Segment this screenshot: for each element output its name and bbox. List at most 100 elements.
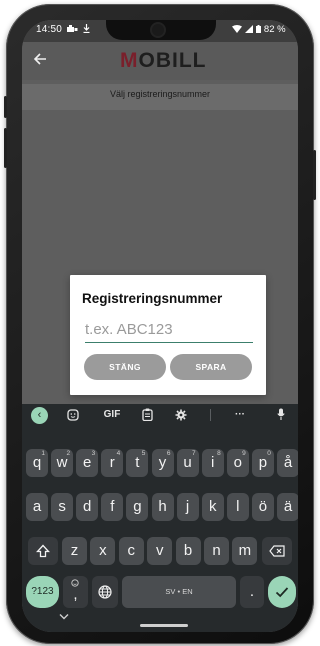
sticker-icon[interactable] — [64, 406, 82, 424]
key-hint: 1 — [41, 450, 45, 457]
key-label: b — [183, 542, 193, 559]
key-u[interactable]: u7 — [176, 449, 199, 477]
key-l[interactable]: l — [226, 493, 249, 521]
arrow-back-icon[interactable] — [30, 49, 50, 69]
key-label: u — [183, 454, 192, 471]
key-hint: 7 — [191, 450, 196, 457]
key-m[interactable]: m — [232, 537, 258, 565]
key-label: n — [212, 542, 221, 559]
key-label: m — [238, 542, 252, 559]
registration-number-input[interactable] — [85, 318, 253, 343]
key-v[interactable]: v — [147, 537, 173, 565]
key-å[interactable]: å — [277, 449, 298, 477]
key-label: a — [32, 498, 42, 515]
phone-side-button — [4, 128, 7, 168]
key-hint: 0 — [267, 450, 271, 457]
enter-key[interactable] — [268, 576, 296, 608]
key-r[interactable]: r4 — [101, 449, 124, 477]
key-label: f — [110, 498, 115, 515]
signal-icon — [244, 25, 253, 33]
emoji-icon — [71, 579, 79, 587]
key-e[interactable]: e3 — [76, 449, 99, 477]
key-a[interactable]: a — [26, 493, 48, 521]
key-label: q — [32, 454, 42, 471]
key-label: y — [158, 454, 167, 471]
save-button[interactable]: SPARA — [170, 354, 252, 380]
key-label: k — [208, 498, 217, 515]
key-ö[interactable]: ö — [251, 493, 274, 521]
key-n[interactable]: n — [204, 537, 229, 565]
home-handle[interactable] — [140, 624, 188, 627]
phone-side-button — [4, 96, 7, 118]
key-q[interactable]: q1 — [26, 449, 48, 477]
key-label: r — [109, 454, 115, 471]
space-key[interactable]: SV • EN — [122, 576, 236, 608]
key-hint: 6 — [166, 450, 171, 457]
key-z[interactable]: z — [62, 537, 87, 565]
key-label: g — [133, 498, 142, 515]
registration-dialog: Registreringsnummer STÄNG SPARA — [70, 275, 266, 395]
key-k[interactable]: k — [201, 493, 224, 521]
key-hint: 8 — [217, 450, 221, 457]
key-label: t — [135, 454, 140, 471]
key-g[interactable]: g — [126, 493, 149, 521]
key-j[interactable]: j — [176, 493, 199, 521]
logo-rest: OBILL — [138, 49, 207, 72]
key-label: x — [99, 542, 107, 559]
logo-first-letter: M — [120, 49, 139, 72]
period-key[interactable]: . — [240, 576, 264, 608]
key-i[interactable]: i8 — [201, 449, 224, 477]
key-h[interactable]: h — [151, 493, 174, 521]
key-p[interactable]: p0 — [251, 449, 274, 477]
key-label: ö — [258, 498, 268, 515]
key-label: d — [83, 498, 92, 515]
mic-icon[interactable] — [274, 406, 288, 424]
key-hint: 2 — [66, 450, 71, 457]
key-hint: 3 — [91, 450, 96, 457]
key-hint: 5 — [141, 450, 146, 457]
comma-label: , — [73, 586, 78, 603]
phone-screen: 14:50 82 % MOBILL Välj registreringsnumm… — [22, 20, 298, 632]
keyboard-toolbar: ‹ GIF ··· — [22, 404, 298, 426]
notification-icon — [67, 25, 78, 32]
key-s[interactable]: s — [51, 493, 74, 521]
camera-icon — [152, 24, 164, 36]
key-ä[interactable]: ä — [277, 493, 298, 521]
key-label: c — [127, 542, 136, 559]
shift-key[interactable] — [28, 537, 58, 565]
chevron-down-icon[interactable] — [59, 612, 69, 623]
key-o[interactable]: o9 — [226, 449, 249, 477]
chevron-left-icon[interactable]: ‹ — [31, 407, 48, 424]
clipboard-icon[interactable] — [138, 406, 156, 424]
key-label: e — [83, 454, 92, 471]
key-w[interactable]: w2 — [51, 449, 74, 477]
globe-icon — [98, 585, 112, 599]
backspace-key[interactable] — [262, 537, 292, 565]
key-label: l — [236, 498, 240, 515]
key-c[interactable]: c — [118, 537, 144, 565]
battery-percent: 82 % — [263, 24, 286, 35]
download-icon — [83, 24, 90, 34]
key-t[interactable]: t5 — [126, 449, 149, 477]
gear-icon[interactable] — [172, 406, 190, 424]
app-logo: MOBILL — [120, 49, 207, 73]
toolbar-divider — [210, 409, 211, 421]
key-f[interactable]: f — [101, 493, 124, 521]
key-b[interactable]: b — [175, 537, 201, 565]
key-label: o — [233, 454, 242, 471]
key-label: h — [158, 498, 167, 515]
key-d[interactable]: d — [76, 493, 99, 521]
key-label: z — [70, 542, 79, 559]
close-button[interactable]: STÄNG — [84, 354, 166, 380]
more-button[interactable]: ··· — [228, 406, 252, 424]
gif-button[interactable]: GIF — [100, 406, 124, 424]
phone-side-button — [313, 150, 316, 200]
comma-key[interactable]: , — [63, 576, 88, 608]
key-x[interactable]: x — [90, 537, 116, 565]
symbols-key[interactable]: ?123 — [26, 576, 59, 608]
dialog-title: Registreringsnummer — [82, 291, 223, 306]
key-y[interactable]: y6 — [151, 449, 174, 477]
globe-key[interactable] — [92, 576, 118, 608]
key-label: s — [58, 498, 66, 515]
key-label: j — [185, 498, 190, 515]
